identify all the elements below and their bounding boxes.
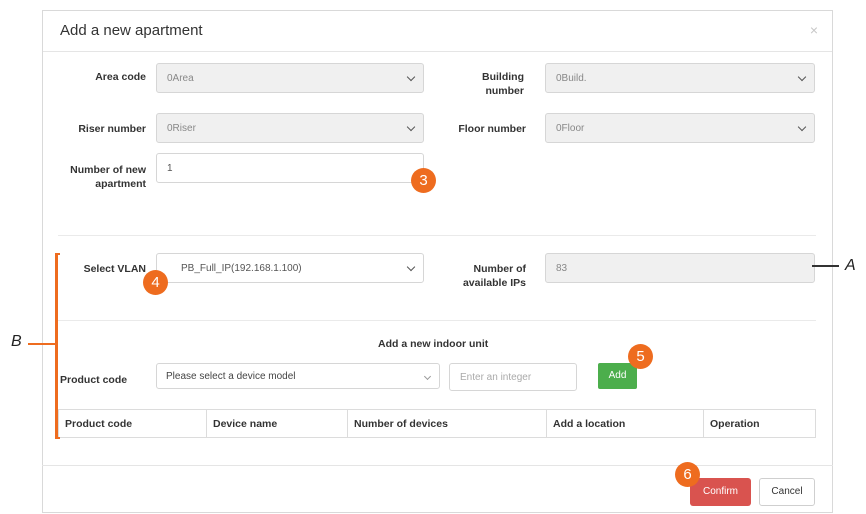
callout-a-line bbox=[812, 265, 839, 267]
product-code-select[interactable]: Please select a device model bbox=[156, 363, 440, 389]
table-header-product-code: Product code bbox=[59, 410, 207, 437]
chevron-down-icon bbox=[406, 122, 416, 132]
area-code-label: Area code bbox=[95, 71, 146, 83]
floor-number-select[interactable]: 0Floor bbox=[545, 113, 815, 143]
new-apartment-count-input[interactable]: 1 bbox=[156, 153, 424, 183]
product-code-placeholder: Please select a device model bbox=[166, 371, 296, 382]
table-header-device-name: Device name bbox=[207, 410, 348, 437]
select-vlan-label: Select VLAN bbox=[83, 263, 146, 275]
area-code-select[interactable]: 0Area bbox=[156, 63, 424, 93]
step-badge-6: 6 bbox=[675, 462, 700, 487]
new-apartment-count-value: 1 bbox=[167, 163, 173, 174]
building-number-label: Building number bbox=[482, 71, 524, 97]
riser-number-select[interactable]: 0Riser bbox=[156, 113, 424, 143]
integer-placeholder: Enter an integer bbox=[460, 372, 532, 383]
available-ips-label: Number of available IPs bbox=[462, 263, 526, 289]
vlan-value: PB_Full_IP(192.168.1.100) bbox=[181, 263, 302, 274]
building-number-select[interactable]: 0Build. bbox=[545, 63, 815, 93]
step-badge-4: 4 bbox=[143, 270, 168, 295]
riser-number-value: 0Riser bbox=[167, 123, 196, 134]
area-code-value: 0Area bbox=[167, 73, 194, 84]
vlan-select[interactable]: PB_Full_IP(192.168.1.100) bbox=[156, 253, 424, 283]
close-icon[interactable]: × bbox=[810, 22, 818, 38]
table-header-number-of-devices: Number of devices bbox=[348, 410, 547, 437]
chevron-down-icon bbox=[797, 122, 807, 132]
product-code-label: Product code bbox=[60, 374, 128, 386]
confirm-button[interactable]: Confirm bbox=[690, 478, 751, 506]
section-divider bbox=[58, 320, 816, 321]
section-divider bbox=[58, 235, 816, 236]
callout-b-bracket bbox=[55, 253, 58, 439]
building-number-value: 0Build. bbox=[556, 73, 587, 84]
dialog-header: Add a new apartment × bbox=[43, 11, 832, 52]
integer-input[interactable]: Enter an integer bbox=[449, 363, 577, 391]
available-ips-value: 83 bbox=[556, 263, 568, 274]
callout-letter-b: B bbox=[11, 333, 22, 350]
callout-letter-a: A bbox=[845, 257, 856, 274]
chevron-down-icon bbox=[423, 372, 432, 381]
floor-number-value: 0Floor bbox=[556, 123, 585, 134]
indoor-unit-table: Product code Device name Number of devic… bbox=[58, 409, 816, 438]
floor-number-label: Floor number bbox=[458, 123, 526, 135]
chevron-down-icon bbox=[406, 72, 416, 82]
chevron-down-icon bbox=[797, 72, 807, 82]
table-header-add-location: Add a location bbox=[547, 410, 704, 437]
chevron-down-icon bbox=[406, 262, 416, 272]
callout-b-bracket-top bbox=[55, 253, 60, 255]
indoor-unit-title: Add a new indoor unit bbox=[378, 338, 489, 350]
new-apartment-count-label: Number of new apartment bbox=[70, 164, 146, 190]
table-header-operation: Operation bbox=[710, 418, 760, 430]
available-ips-field: 83 bbox=[545, 253, 815, 283]
step-badge-5: 5 bbox=[628, 344, 653, 369]
footer-divider bbox=[42, 465, 833, 466]
add-indoor-unit-button[interactable]: Add bbox=[598, 363, 637, 389]
cancel-button[interactable]: Cancel bbox=[759, 478, 815, 506]
callout-b-bracket-bottom bbox=[55, 437, 60, 439]
step-badge-3: 3 bbox=[411, 168, 436, 193]
callout-b-line bbox=[28, 343, 56, 345]
riser-number-label: Riser number bbox=[78, 123, 146, 135]
dialog-title: Add a new apartment bbox=[60, 22, 203, 39]
